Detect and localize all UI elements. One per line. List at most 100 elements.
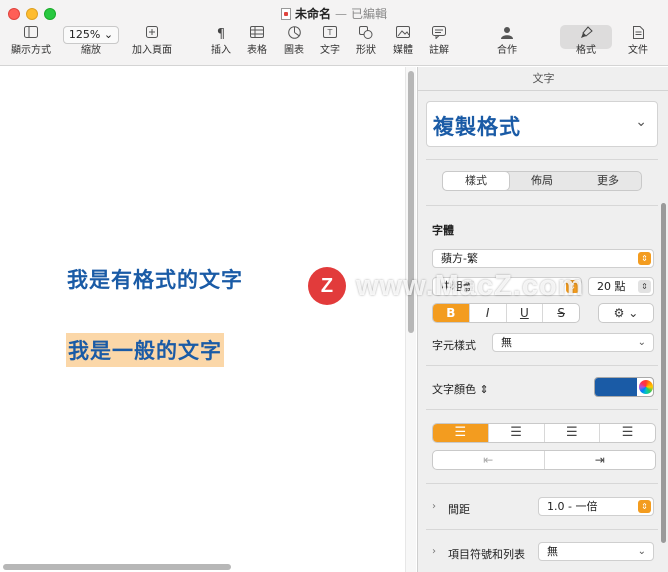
zoom-label: 縮放 — [81, 45, 101, 56]
increase-indent-button[interactable]: ⇥ — [543, 451, 656, 469]
strikethrough-button[interactable]: S — [542, 304, 579, 322]
text-color-label-text: 文字顏色 — [432, 383, 476, 396]
stepper-icon[interactable]: ⇕ — [638, 280, 651, 293]
text-tab-segmented-control: 樣式 佈局 更多 — [442, 171, 642, 191]
zoom-control[interactable]: 125% ⌄ 縮放 — [62, 26, 120, 58]
watermark-logo: Z — [308, 267, 346, 305]
chevron-down-icon: ⌄ — [628, 306, 639, 320]
increase-indent-icon: ⇥ — [594, 453, 605, 467]
view-label: 顯示方式 — [11, 45, 51, 56]
document-label: 文件 — [628, 45, 648, 56]
bullets-popup[interactable]: 無 ⌄ — [538, 542, 654, 561]
media-button[interactable]: 媒體 — [389, 26, 417, 58]
chart-label: 圖表 — [284, 45, 304, 56]
divider — [426, 205, 658, 206]
shape-label: 形狀 — [356, 45, 376, 56]
spacing-disclosure-icon[interactable]: › — [432, 501, 436, 512]
segment-style[interactable]: 樣式 — [443, 172, 509, 190]
toolbar: 未命名 — 已編輯 顯示方式 125% ⌄ 縮放 加入頁面 ¶ 插入 表格 圖表 T — [0, 0, 668, 66]
color-swatch[interactable] — [595, 378, 637, 396]
edited-status: 已編輯 — [351, 7, 388, 21]
chart-button[interactable]: 圖表 — [280, 26, 308, 58]
text-color-well[interactable] — [594, 377, 654, 397]
table-icon — [243, 26, 271, 44]
format-inspector: 文字 複製格式 ⌄ 樣式 佈局 更多 字體 蘋方-繁 ⇕ 中粗體 ⇕ 20 點 … — [417, 67, 668, 572]
document-button[interactable]: 文件 — [624, 26, 652, 58]
text-color-label[interactable]: 文字顏色 ⇕ — [432, 381, 489, 397]
segment-more[interactable]: 更多 — [575, 172, 641, 190]
paintbrush-icon — [572, 26, 600, 44]
divider — [426, 159, 658, 160]
zoom-value: 125% — [68, 28, 101, 41]
paragraph-icon: ¶ — [216, 27, 226, 42]
font-family-value: 蘋方-繁 — [441, 252, 478, 265]
paragraph-style-popup[interactable]: 複製格式 ⌄ — [426, 101, 658, 147]
document-name: 未命名 — [294, 7, 331, 21]
shape-icon — [352, 26, 380, 44]
align-center-icon: ☰ — [510, 425, 522, 440]
document-canvas[interactable]: 我是有格式的文字 我是一般的文字 — [0, 67, 416, 572]
insert-button[interactable]: ¶ 插入 — [207, 26, 235, 58]
font-section-title: 字體 — [432, 224, 454, 237]
underline-button[interactable]: U — [505, 304, 543, 322]
character-style-value: 無 — [501, 336, 512, 349]
font-size-value: 20 點 — [597, 280, 626, 293]
align-left-button[interactable]: ☰ — [433, 424, 488, 442]
sidebar-icon — [8, 26, 54, 44]
align-right-button[interactable]: ☰ — [543, 424, 600, 442]
zoom-popup[interactable]: 125% ⌄ — [63, 26, 119, 44]
align-center-button[interactable]: ☰ — [487, 424, 544, 442]
color-wheel-icon[interactable] — [639, 380, 653, 394]
italic-button[interactable]: I — [468, 304, 506, 322]
divider — [426, 529, 658, 530]
chevron-down-icon: ⌄ — [637, 337, 646, 348]
comment-button[interactable]: 註解 — [425, 26, 453, 58]
add-page-button[interactable]: 加入頁面 — [128, 26, 176, 58]
collaborate-button[interactable]: 合作 — [493, 26, 521, 58]
view-button[interactable]: 顯示方式 — [8, 26, 54, 58]
shape-button[interactable]: 形狀 — [352, 26, 380, 58]
svg-text:T: T — [327, 28, 333, 37]
bullets-disclosure-icon[interactable]: › — [432, 546, 436, 557]
spacing-label[interactable]: 間距 — [448, 501, 470, 517]
text-box-icon: T — [316, 26, 344, 44]
chart-icon — [280, 26, 308, 44]
justify-button[interactable]: ☰ — [599, 424, 655, 442]
window-title: 未命名 — 已編輯 — [0, 5, 668, 22]
text-button[interactable]: T 文字 — [316, 26, 344, 58]
watermark-text: www.MacZ.com — [356, 269, 585, 302]
format-button[interactable]: 格式 — [572, 26, 600, 58]
segment-layout[interactable]: 佈局 — [509, 172, 575, 190]
font-size-field[interactable]: 20 點 ⇕ — [588, 277, 654, 296]
collaborate-icon — [493, 26, 521, 44]
up-down-arrows-icon: ⇕ — [638, 252, 651, 265]
bold-button[interactable]: B — [433, 304, 469, 322]
styled-text-line[interactable]: 我是有格式的文字 — [67, 264, 243, 294]
align-left-icon: ☰ — [454, 425, 467, 440]
font-style-buttons: B I U S — [432, 303, 580, 323]
selected-plain-text-line[interactable]: 我是一般的文字 — [66, 333, 224, 367]
up-down-arrows-icon: ⇕ — [638, 500, 651, 513]
comment-icon — [425, 26, 453, 44]
text-label: 文字 — [320, 45, 340, 56]
collaborate-label: 合作 — [497, 45, 517, 56]
table-button[interactable]: 表格 — [243, 26, 271, 58]
add-page-icon — [128, 26, 176, 44]
character-style-label: 字元樣式 — [432, 339, 476, 352]
bullets-label[interactable]: 項目符號和列表 — [448, 546, 525, 562]
chevron-down-icon: ⌄ — [103, 28, 114, 41]
paragraph-style-name: 複製格式 — [433, 115, 521, 139]
format-label: 格式 — [576, 45, 596, 56]
up-down-chevron-icon: ⇕ — [479, 383, 489, 396]
spacing-value: 1.0 - 一倍 — [547, 500, 598, 513]
advanced-options-button[interactable]: ⚙ ⌄ — [598, 303, 654, 323]
horizontal-scroll-thumb[interactable] — [3, 564, 231, 570]
vertical-scrollbar[interactable] — [405, 67, 416, 572]
tab-text[interactable]: 文字 — [418, 67, 668, 91]
character-style-popup[interactable]: 無 ⌄ — [492, 333, 654, 352]
watermark: Z www.MacZ.com — [308, 266, 584, 306]
divider — [426, 365, 658, 366]
decrease-indent-button[interactable]: ⇤ — [433, 451, 544, 469]
spacing-popup[interactable]: 1.0 - 一倍 ⇕ — [538, 497, 654, 516]
inspector-scrollbar[interactable] — [661, 203, 666, 543]
